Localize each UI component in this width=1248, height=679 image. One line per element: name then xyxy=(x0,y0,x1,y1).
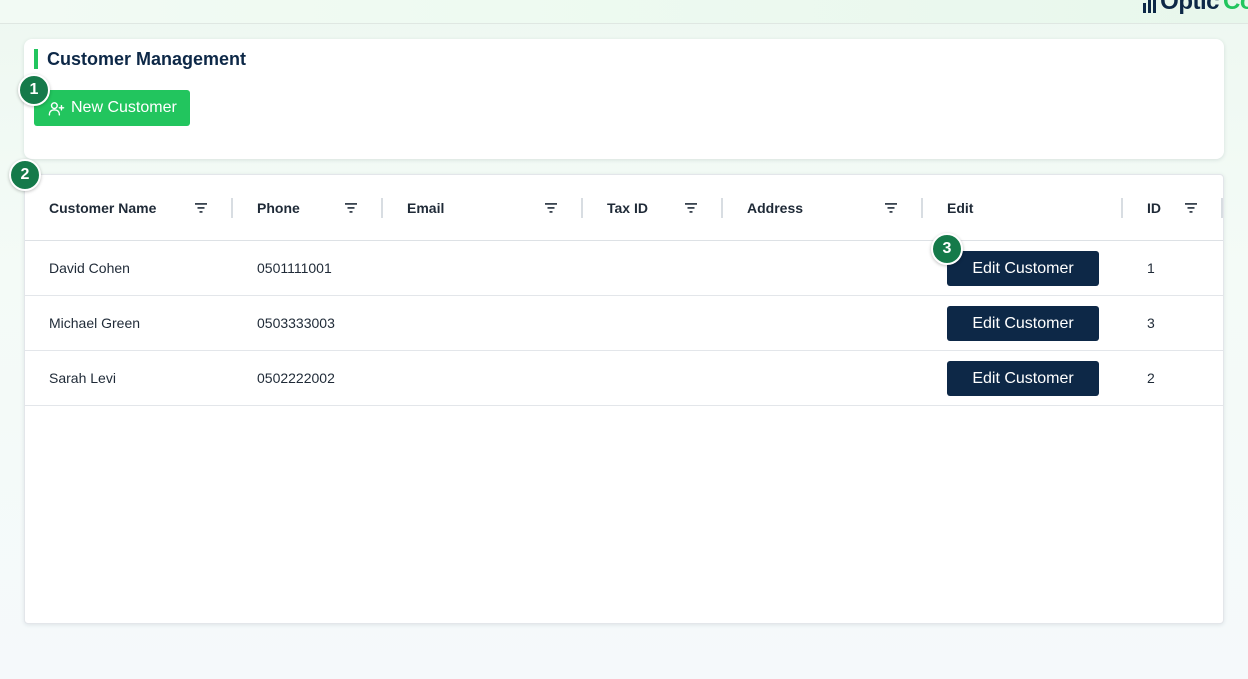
page-title: Customer Management xyxy=(34,49,246,69)
filter-icon[interactable] xyxy=(543,200,559,216)
table-row[interactable]: Sarah Levi 0502222002 Edit Customer 2 xyxy=(25,351,1223,406)
column-header-tax-id[interactable]: Tax ID xyxy=(583,175,721,241)
annotation-marker-2: 2 xyxy=(9,159,41,191)
column-header-address[interactable]: Address xyxy=(723,175,921,241)
cell-id: 3 xyxy=(1147,315,1155,331)
annotation-marker-1: 1 xyxy=(18,74,50,106)
logo-text-accent: Co xyxy=(1223,0,1248,15)
table-row[interactable]: Michael Green 0503333003 Edit Customer 3 xyxy=(25,296,1223,351)
edit-customer-button[interactable]: Edit Customer xyxy=(947,251,1099,286)
edit-customer-button[interactable]: Edit Customer xyxy=(947,361,1099,396)
column-header-phone[interactable]: Phone xyxy=(233,175,381,241)
add-user-icon xyxy=(48,101,65,116)
edit-customer-button[interactable]: Edit Customer xyxy=(947,306,1099,341)
table-row[interactable]: David Cohen 0501111001 Edit Customer 1 xyxy=(25,241,1223,296)
cell-phone: 0502222002 xyxy=(257,370,335,386)
customer-table: Customer Name Phone Email Tax ID Address… xyxy=(24,174,1224,624)
customer-management-panel: Customer Management New Customer xyxy=(24,39,1224,159)
cell-phone: 0503333003 xyxy=(257,315,335,331)
cell-customer-name: David Cohen xyxy=(49,260,130,276)
cell-customer-name: Michael Green xyxy=(49,315,141,331)
cell-id: 2 xyxy=(1147,370,1155,386)
filter-icon[interactable] xyxy=(883,200,899,216)
filter-icon[interactable] xyxy=(683,200,699,216)
column-header-customer-name[interactable]: Customer Name xyxy=(25,175,231,241)
column-header-id[interactable]: ID xyxy=(1123,175,1221,241)
new-customer-button-label: New Customer xyxy=(71,99,177,116)
app-logo[interactable]: Optic Co xyxy=(1143,0,1248,16)
column-resize-handle[interactable] xyxy=(1221,198,1223,218)
cell-customer-name: Sarah Levi xyxy=(49,370,116,386)
annotation-marker-3: 3 xyxy=(931,233,963,265)
cell-id: 1 xyxy=(1147,260,1155,276)
new-customer-button[interactable]: New Customer xyxy=(34,90,190,126)
filter-icon[interactable] xyxy=(1183,200,1199,216)
filter-icon[interactable] xyxy=(343,200,359,216)
filter-icon[interactable] xyxy=(193,200,209,216)
logo-text-primary: Optic xyxy=(1160,0,1219,15)
column-header-email[interactable]: Email xyxy=(383,175,581,241)
cell-phone: 0501111001 xyxy=(257,260,332,276)
top-bar: Optic Co xyxy=(0,0,1248,24)
logo-bars-icon xyxy=(1143,0,1157,13)
column-header-edit: Edit xyxy=(947,200,974,216)
table-header: Customer Name Phone Email Tax ID Address… xyxy=(25,175,1223,241)
